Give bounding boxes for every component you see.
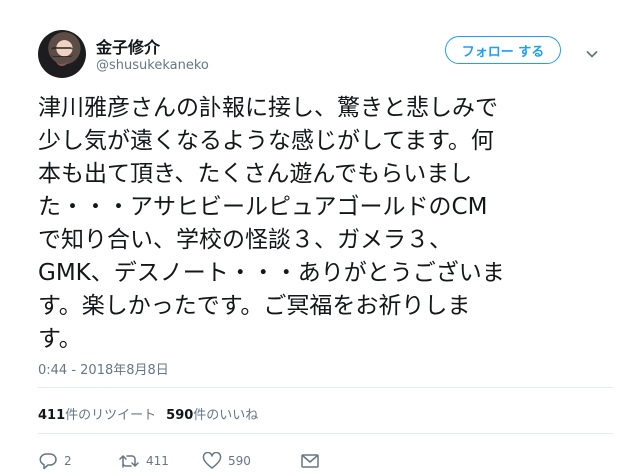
reply-count: 2 [64,454,72,468]
divider [38,433,613,434]
divider [38,387,613,388]
like-button[interactable]: 590 [202,452,300,470]
tweet-text: 津川雅彦さんの訃報に接し、驚きと悲しみで 少し気が遠くなるような感じがしてます。… [38,92,598,356]
author-handle[interactable]: @shusukekaneko [96,58,209,73]
reply-button[interactable]: 2 [38,452,118,470]
tweet-text-line: た・・・アサヒビールピュアゴールドのCM [38,194,488,220]
like-stat-label: 件のいいね [193,408,259,423]
avatar[interactable] [38,30,86,78]
follow-button[interactable]: フォロー する [445,36,561,64]
tweet-header: 金子修介 @shusukekaneko フォロー する [38,28,613,84]
tweet-text-line: GMK、デスノート・・・ありがとうございま [38,260,505,286]
tweet-text-line: す。楽しかったです。ご冥福をお祈りしま [38,293,471,319]
like-stat[interactable]: 590件のいいね [166,408,258,423]
avatar-glasses-detail [51,47,73,57]
like-count: 590 [228,454,251,468]
retweet-icon [119,455,139,468]
action-bar: 2 411 590 [38,450,320,472]
retweet-button[interactable]: 411 [118,452,202,470]
author-name[interactable]: 金子修介 [96,34,160,58]
tweet-text-line: 津川雅彦さんの訃報に接し、驚きと悲しみで [38,95,498,121]
tweet-text-line: 少し気が遠くなるような感じがしてます。何 [38,128,494,154]
tweet-text-line: 本も出て頂き、たくさん遊んでもらいまし [38,161,473,187]
retweet-stat-count: 411 [38,408,66,423]
reply-icon [39,453,57,470]
heart-icon [202,452,222,469]
direct-message-button[interactable] [300,452,320,470]
like-stat-count: 590 [166,408,194,423]
tweet-timestamp[interactable]: 0:44 - 2018年8月8日 [38,359,169,378]
message-icon [301,454,319,468]
avatar-mouth-detail [56,60,68,66]
retweet-count: 411 [146,454,169,468]
retweet-stat-label: 件のリツイート [65,408,157,423]
retweet-stat[interactable]: 411件のリツイート [38,408,156,423]
tweet-stats: 411件のリツイート 590件のいいね [38,404,258,423]
tweet-text-line: で知り合い、学校の怪談３、ガメラ３、 [38,227,452,253]
chevron-down-icon[interactable] [586,45,598,58]
tweet-text-line: す。 [38,326,82,352]
